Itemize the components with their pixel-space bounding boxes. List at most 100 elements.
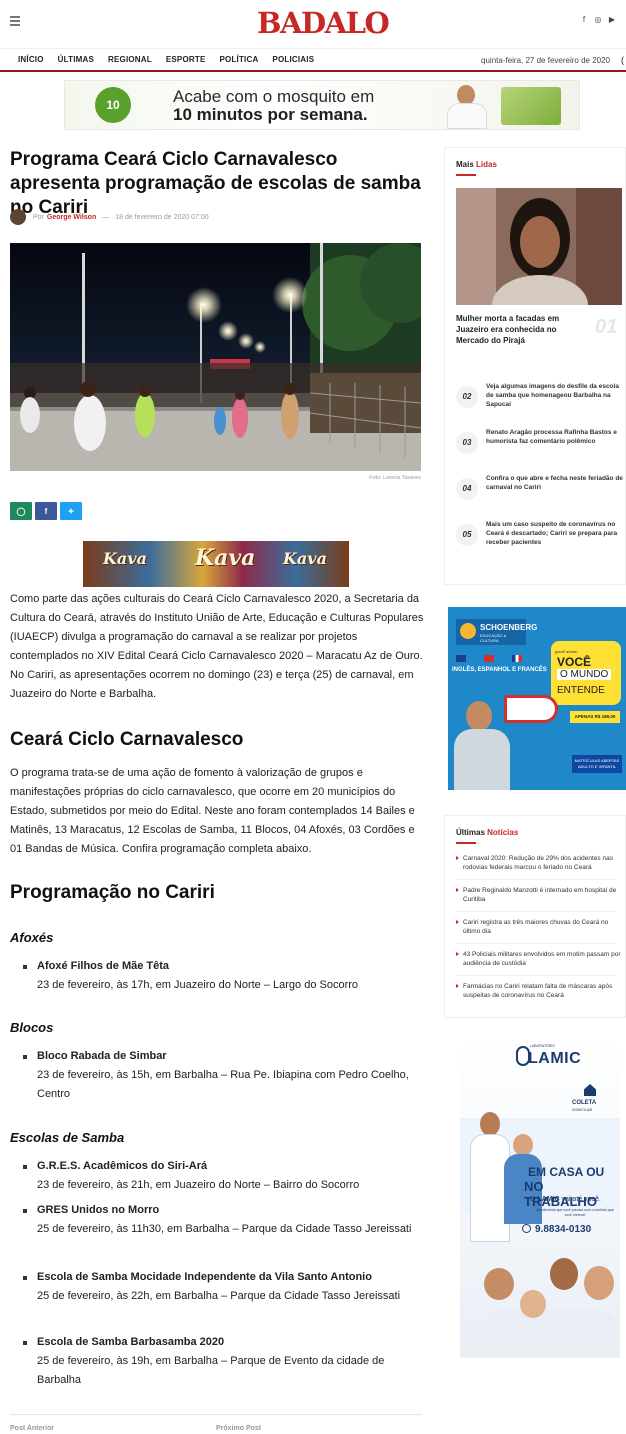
price-tag: APENAS R$ 189,00 <box>570 711 620 723</box>
widget-title: Mais Lidas <box>456 160 497 169</box>
most-read-item[interactable]: 04 Confira o que abre e fecha neste feri… <box>456 474 626 510</box>
site-header: BADALO f ◎ ▶ <box>0 0 626 48</box>
event-name: Afoxé Filhos de Mãe Têta <box>37 960 170 972</box>
event-detail: 25 de fevereiro, às 19h, em Barbalha – P… <box>37 1355 385 1386</box>
article-intro: Como parte das ações culturais do Ceará … <box>10 593 424 700</box>
twitter-share-button[interactable]: ✦ <box>60 502 82 520</box>
category-heading: Escolas de Samba <box>10 1130 125 1145</box>
category-heading: Blocos <box>10 1020 54 1035</box>
kava-logo-left: Kava <box>103 549 147 568</box>
ad-badge: 10 <box>95 87 131 123</box>
current-date: quinta-feira, 27 de fevereiro de 2020 <box>481 56 610 65</box>
nav-item-esporte[interactable]: ESPORTE <box>166 55 206 64</box>
event-item: Escola de Samba Barbasamba 2020 25 de fe… <box>23 1333 419 1390</box>
byline: Por George Wilson — 18 de fevereiro de 2… <box>10 208 209 226</box>
lamic-tagline: O LAMIC vai até você. <box>530 1196 601 1203</box>
event-name: Escola de Samba Barbasamba 2020 <box>37 1336 225 1348</box>
nav-item-policiais[interactable]: POLICIAIS <box>272 55 314 64</box>
lamic-ad[interactable]: LABORATÓRIO LAMIC COLETA DOMICILIAR EM C… <box>460 1038 620 1358</box>
youtube-icon[interactable]: ▶ <box>608 16 616 24</box>
featured-story-title[interactable]: Mulher morta a facadas em Juazeiro era c… <box>456 313 576 346</box>
event-item: Escola de Samba Mocidade Independente da… <box>23 1268 419 1306</box>
schoenberg-ad[interactable]: SCHOENBERG EDUCAÇÃO & CULTURA INGLÊS, ES… <box>448 607 626 790</box>
coleta-sub: DOMICILIAR <box>572 1108 593 1112</box>
kava-logo-right: Kava <box>283 549 327 568</box>
whatsapp-share-button[interactable]: ◯ <box>10 502 32 520</box>
event-name: Bloco Rabada de Simbar <box>37 1050 167 1062</box>
next-post-link[interactable]: Próximo Post <box>216 1425 261 1432</box>
rank-number: 05 <box>456 524 478 546</box>
us-flag-icon <box>456 655 466 662</box>
rank-title[interactable]: Veja algumas imagens do desfile da escol… <box>486 382 626 409</box>
event-name: GRES Unidos no Morro <box>37 1204 160 1216</box>
event-item: GRES Unidos no Morro 25 de fevereiro, às… <box>23 1201 419 1239</box>
section-heading: Programação no Cariri <box>10 882 215 903</box>
featured-story-rank: 01 <box>595 316 618 338</box>
rank-number: 03 <box>456 432 478 454</box>
publish-date: 18 de fevereiro de 2020 07:00 <box>115 213 209 221</box>
article-photo <box>10 243 421 471</box>
france-flag-icon <box>512 655 522 662</box>
event-detail: 23 de fevereiro, às 21h, em Juazeiro do … <box>37 1179 360 1191</box>
home-icon <box>584 1084 596 1096</box>
most-read-item[interactable]: 03 Renato Aragão processa Rafinha Bastos… <box>456 428 626 464</box>
schoenberg-logo: SCHOENBERG EDUCAÇÃO & CULTURA <box>456 619 537 645</box>
latest-news-item[interactable]: Cariri registra as três maiores chuvas d… <box>456 918 621 936</box>
latest-news-item[interactable]: Carnaval 2020: Redução de 29% dos aciden… <box>456 854 621 872</box>
kava-logo-center: Kava <box>195 545 256 571</box>
lamic-headline-2: NO TRABALHO <box>524 1179 597 1209</box>
event-item: Afoxé Filhos de Mãe Têta 23 de fevereiro… <box>23 957 419 995</box>
event-detail: 23 de fevereiro, às 15h, em Barbalha – R… <box>37 1069 409 1100</box>
nav-item-ultimas[interactable]: ÚLTIMAS <box>58 55 94 64</box>
most-read-item[interactable]: 02 Veja algumas imagens do desfile da es… <box>456 382 626 418</box>
nav-item-politica[interactable]: POLÍTICA <box>219 55 258 64</box>
rank-number: 04 <box>456 478 478 500</box>
menu-icon[interactable] <box>10 16 20 26</box>
lamic-small-text: Atendimento que você precisa com o confo… <box>535 1208 615 1217</box>
nav-item-inicio[interactable]: INÍCIO <box>18 55 44 64</box>
prev-post-link[interactable]: Post Anterior <box>10 1425 54 1432</box>
latest-news-item[interactable]: 43 Policiais militares envolvidos em mot… <box>456 950 621 968</box>
ad-line-2: 10 minutos por semana. <box>173 105 368 124</box>
share-buttons: ◯ f ✦ <box>10 502 82 520</box>
rank-title[interactable]: Confira o que abre e fecha neste feriadã… <box>486 474 626 492</box>
section-heading: Ceará Ciclo Carnavalesco <box>10 729 244 750</box>
nav-item-regional[interactable]: REGIONAL <box>108 55 152 64</box>
article-paragraph: O programa trata-se de uma ação de fomen… <box>10 767 415 855</box>
event-detail: 25 de fevereiro, às 11h30, em Barbalha –… <box>37 1223 412 1235</box>
site-logo[interactable]: BADALO <box>257 6 390 40</box>
author-avatar[interactable] <box>10 209 26 225</box>
lamic-phone[interactable]: 9.8834-0130 <box>522 1224 614 1238</box>
whatsapp-icon <box>522 1224 531 1233</box>
latest-news-item[interactable]: Padre Reginaldo Manzotti é internado em … <box>456 886 621 904</box>
lamic-headline-1: EM CASA OU <box>528 1165 605 1179</box>
byline-prefix: Por <box>33 213 44 221</box>
languages-text: INGLÊS, ESPANHOL E FRANCÊS <box>452 667 547 673</box>
event-detail: 25 de fevereiro, às 22h, em Barbalha – P… <box>37 1290 401 1302</box>
rank-title[interactable]: Mais um caso suspeito de coronavírus no … <box>486 520 626 547</box>
event-name: G.R.E.S. Acadêmicos do Siri-Ará <box>37 1160 208 1172</box>
featured-story-image[interactable] <box>456 188 622 305</box>
byline-separator: — <box>102 213 110 221</box>
megaphone-icon <box>504 695 558 723</box>
widget-title: Últimas Notícias <box>456 828 519 837</box>
rank-title[interactable]: Renato Aragão processa Rafinha Bastos e … <box>486 428 626 446</box>
main-nav: INÍCIO ÚLTIMAS REGIONAL ESPORTE POLÍTICA… <box>0 48 626 72</box>
instagram-icon[interactable]: ◎ <box>594 16 602 24</box>
facebook-icon[interactable]: f <box>580 16 588 24</box>
language-flags <box>456 655 522 662</box>
family-image <box>480 1250 620 1358</box>
category-heading: Afoxés <box>10 930 54 945</box>
ad-product-image <box>501 87 561 125</box>
top-banner-ad[interactable]: 10 Acabe com o mosquito em 10 minutos po… <box>64 80 580 130</box>
kava-ad-image[interactable]: Kava Kava Kava <box>83 541 349 587</box>
ad-line-1: Acabe com o mosquito em <box>173 87 375 106</box>
coleta-label: COLETA <box>572 1100 597 1106</box>
search-icon[interactable]: ( <box>621 55 624 65</box>
photo-credit: Foto: Lorena Tavares <box>369 475 421 481</box>
enrollment-badge: MATRÍCULAS ABERTAS ADULTO E INFANTIL <box>572 755 622 773</box>
facebook-share-button[interactable]: f <box>35 502 57 520</box>
latest-news-item[interactable]: Farmácias no Cariri relatam falta de más… <box>456 982 621 1000</box>
author-link[interactable]: George Wilson <box>47 214 96 221</box>
most-read-item[interactable]: 05 Mais um caso suspeito de coronavírus … <box>456 520 626 556</box>
